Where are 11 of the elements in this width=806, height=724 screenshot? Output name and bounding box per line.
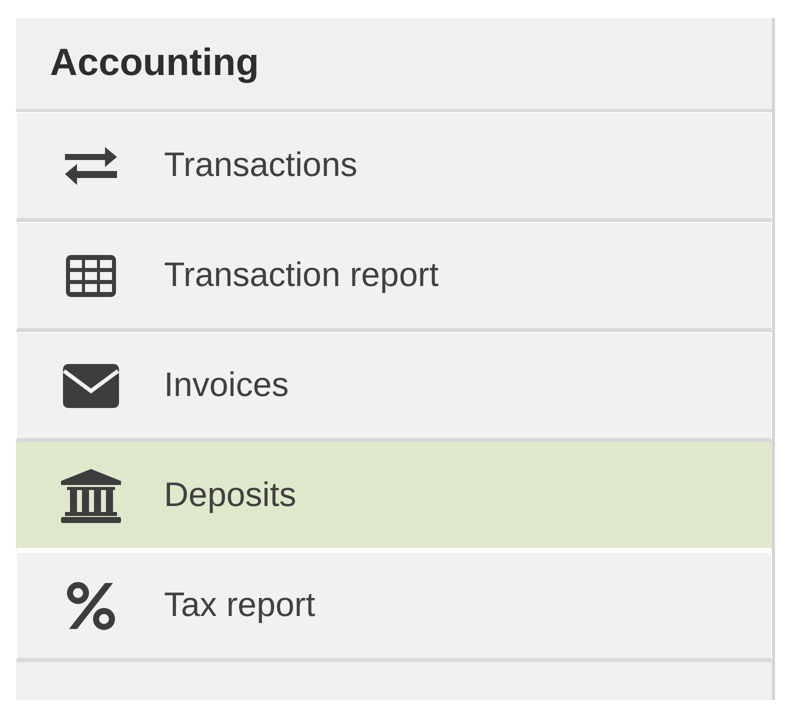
- bank-icon: [60, 468, 120, 522]
- menu-item[interactable]: Transaction report: [16, 222, 772, 332]
- menu-item[interactable]: Deposits: [16, 442, 772, 552]
- menu-item[interactable]: Transactions: [16, 112, 772, 222]
- percent-icon: [66, 582, 114, 630]
- table-icon: [66, 254, 116, 296]
- menu-item[interactable]: Tax report: [16, 552, 772, 662]
- swap-arrows-icon: [62, 146, 118, 186]
- section-title: Accounting: [50, 42, 259, 85]
- menu-item[interactable]: Invoices: [16, 332, 772, 442]
- envelope-icon: [62, 364, 118, 408]
